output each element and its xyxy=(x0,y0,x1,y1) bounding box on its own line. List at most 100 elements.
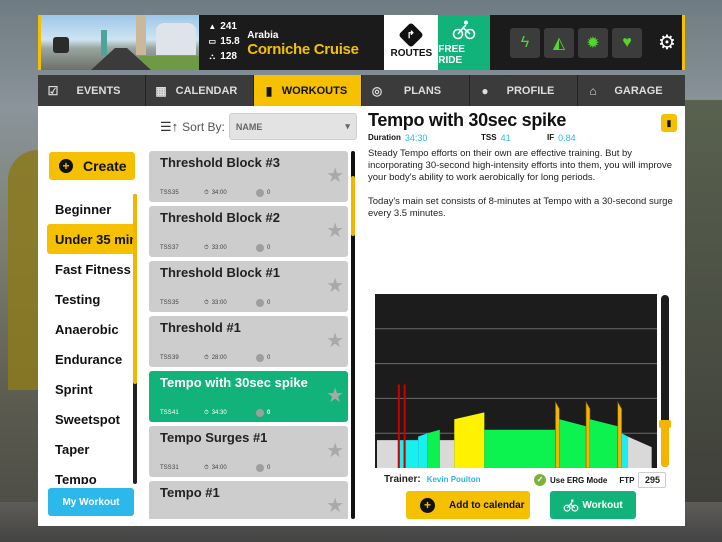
workout-card[interactable]: Threshold Block #3 ★ TSS 35 ⏱ 34:00 0 xyxy=(149,151,348,202)
route-info[interactable]: ▲ 241 ▭ 15.8 ⛬ 128 Arabia Corniche Cruise xyxy=(199,15,384,70)
tab-calendar[interactable]: ▦ CALENDAR xyxy=(146,75,254,106)
workout-list-scrollbar[interactable] xyxy=(351,151,355,519)
category-sweetspot[interactable]: Sweetspot xyxy=(47,404,135,434)
plans-icon: ◎ xyxy=(371,83,383,98)
workout-interval-orange xyxy=(617,400,622,468)
category-endurance[interactable]: Endurance xyxy=(47,344,135,374)
main-tabs: ☑ EVENTS ▦ CALENDAR ▮ WORKOUTS ◎ PLANS ● PROF… xyxy=(38,75,685,106)
workout-if: 0.84 xyxy=(558,133,576,143)
top-bar: ▲ 241 ▭ 15.8 ⛬ 128 Arabia Corniche Cruise ↱… xyxy=(38,15,685,70)
background-scenery xyxy=(682,100,722,520)
workout-interval-red xyxy=(397,384,400,468)
plus-icon: + xyxy=(420,497,435,513)
document-icon[interactable]: ▮ xyxy=(661,114,677,132)
category-scrollbar[interactable] xyxy=(133,194,137,484)
settings-button[interactable]: ⚙ xyxy=(652,28,682,58)
routes-button[interactable]: ↱ ROUTES xyxy=(384,15,439,70)
elevation-stat: ▲ 241 xyxy=(208,21,237,32)
completed-icon xyxy=(256,354,264,362)
workout-description: Steady Tempo efforts on their own are ef… xyxy=(368,148,673,219)
stopwatch-icon: ⏱ xyxy=(204,464,209,471)
category-tempo[interactable]: Tempo xyxy=(47,464,135,485)
heart-rate-pairing-button[interactable]: ♥ xyxy=(612,27,642,58)
star-icon[interactable]: ★ xyxy=(326,163,344,188)
create-workout-button[interactable]: + Create xyxy=(49,152,135,180)
workout-profile-chart xyxy=(375,294,657,468)
free-ride-button[interactable]: FREE RIDE xyxy=(438,15,490,70)
route-sign-icon: ↱ xyxy=(398,22,425,48)
workout-card[interactable]: Tempo Surges #1 ★ TSS 31 ⏱ 34:00 0 xyxy=(149,426,348,477)
workout-title: Tempo with 30sec spike xyxy=(368,110,567,130)
bar-chart-icon: ▮ xyxy=(265,83,273,98)
tab-events[interactable]: ☑ EVENTS xyxy=(38,75,146,106)
trainer-name-link[interactable]: Kevin Poulton xyxy=(427,475,481,484)
stopwatch-icon: ⏱ xyxy=(204,244,209,251)
sort-label: Sort By: xyxy=(182,119,225,134)
category-sprint[interactable]: Sprint xyxy=(47,374,135,404)
star-icon[interactable]: ★ xyxy=(326,273,344,298)
background-flag xyxy=(8,150,40,390)
completed-icon xyxy=(256,244,264,252)
tab-garage[interactable]: ⌂ GARAGE xyxy=(578,75,685,106)
sort-control: ☰↑ Sort By: NAME ▾ xyxy=(160,113,357,140)
sort-dropdown[interactable]: NAME ▾ xyxy=(228,113,357,140)
star-icon[interactable]: ★ xyxy=(326,218,344,243)
check-icon[interactable]: ✓ xyxy=(534,474,546,486)
workout-interval-orange xyxy=(555,400,560,468)
intensity-slider[interactable] xyxy=(659,295,671,467)
gear-icon: ⚙ xyxy=(658,32,676,54)
route-thumbnail[interactable] xyxy=(41,15,200,70)
category-testing[interactable]: Testing xyxy=(47,284,135,314)
category-list: Beginner Under 35 min Fast Fitness Testi… xyxy=(47,194,135,484)
workout-card-selected[interactable]: Tempo with 30sec spike ★ TSS 41 ⏱ 34:30 0 xyxy=(149,371,348,422)
my-workout-button[interactable]: My Workout xyxy=(48,488,134,516)
power-icon: ϟ xyxy=(520,33,530,51)
stopwatch-icon: ⏱ xyxy=(204,354,209,361)
trainer-info: Trainer: Kevin Poulton xyxy=(384,474,481,485)
checkbox-icon: ☑ xyxy=(47,83,59,98)
world-name: Arabia xyxy=(247,30,279,41)
workout-interval-green xyxy=(484,429,556,468)
workout-card[interactable]: Threshold Block #2 ★ TSS 37 ⏱ 33:00 0 xyxy=(149,206,348,257)
category-under-35-min[interactable]: Under 35 min xyxy=(47,224,135,254)
category-scroll-thumb[interactable] xyxy=(133,194,137,384)
category-beginner[interactable]: Beginner xyxy=(47,194,135,224)
star-icon[interactable]: ★ xyxy=(326,383,344,408)
cadence-pairing-button[interactable]: ◭ xyxy=(544,27,574,58)
stopwatch-icon: ⏱ xyxy=(204,189,209,196)
workout-detail: Tempo with 30sec spike ▮ Duration 34:30 T… xyxy=(368,110,680,220)
tab-plans[interactable]: ◎ PLANS xyxy=(362,75,470,106)
workout-interval-cyan xyxy=(621,433,629,468)
erg-mode-toggle[interactable]: ✓ Use ERG Mode FTP 295 xyxy=(534,472,667,488)
completed-icon xyxy=(256,299,264,307)
route-name: Corniche Cruise xyxy=(247,41,359,58)
speed-pairing-button[interactable]: ✹ xyxy=(578,27,608,58)
workout-card[interactable]: Tempo #1 ★ xyxy=(149,481,348,519)
intensity-slider-knob[interactable] xyxy=(659,420,671,428)
ruler-icon: ▭ xyxy=(208,37,217,46)
add-to-calendar-button[interactable]: + Add to calendar xyxy=(406,491,530,519)
start-workout-button[interactable]: Workout xyxy=(550,491,636,519)
category-fast-fitness[interactable]: Fast Fitness xyxy=(47,254,135,284)
star-icon[interactable]: ★ xyxy=(326,328,344,353)
workout-interval-yellow xyxy=(454,412,485,468)
power-pairing-button[interactable]: ϟ xyxy=(510,27,540,58)
garage-icon: ⌂ xyxy=(589,83,597,98)
tab-workouts[interactable]: ▮ WORKOUTS xyxy=(254,75,362,106)
category-anaerobic[interactable]: Anaerobic xyxy=(47,314,135,344)
category-taper[interactable]: Taper xyxy=(47,434,135,464)
calendar-icon: ▦ xyxy=(155,83,167,98)
workout-interval-cyan xyxy=(418,433,428,468)
mountain-icon: ▲ xyxy=(208,22,217,31)
cyclist-icon xyxy=(452,20,476,39)
workout-profile-svg xyxy=(375,328,657,468)
workout-list-scroll-thumb[interactable] xyxy=(351,176,355,236)
ftp-input[interactable]: 295 xyxy=(638,472,667,488)
tab-profile[interactable]: ● PROFILE xyxy=(470,75,578,106)
distance-stat: ▭ 15.8 xyxy=(208,36,240,47)
star-icon[interactable]: ★ xyxy=(326,493,344,518)
workout-card[interactable]: Threshold #1 ★ TSS 39 ⏱ 28:00 0 xyxy=(149,316,348,367)
workout-card[interactable]: Threshold Block #1 ★ TSS 35 ⏱ 33:00 0 xyxy=(149,261,348,312)
workout-interval-cyan xyxy=(405,440,419,468)
star-icon[interactable]: ★ xyxy=(326,438,344,463)
